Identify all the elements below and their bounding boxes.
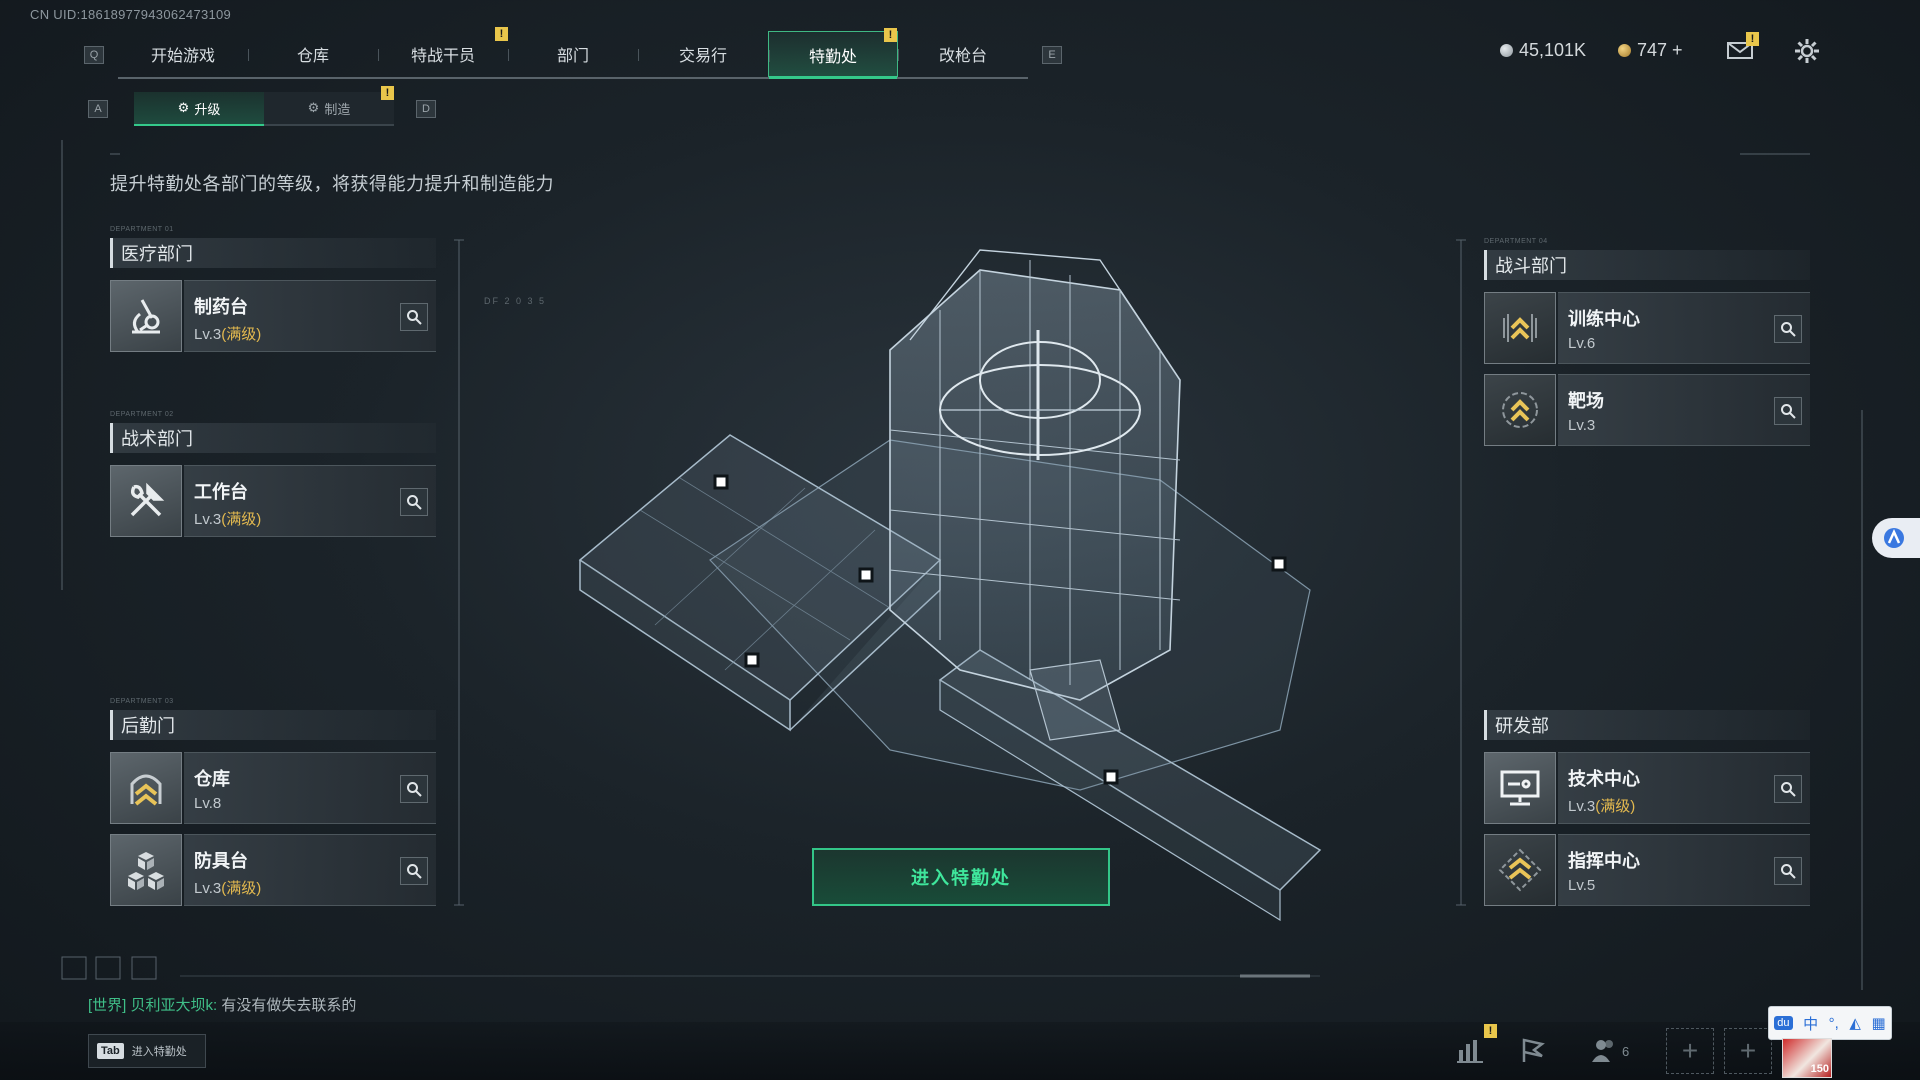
chat-channel: [世界] [88,997,127,1014]
dept-code-tactical: DEPARTMENT 02 [110,411,174,418]
max-level-tag: (满级) [221,880,262,897]
level-value: Lv.3 [194,511,222,528]
ime-assistant-icon[interactable]: ◭ [1849,1014,1861,1032]
flag-icon[interactable] [1518,1036,1550,1066]
facility-info: 训练中心 Lv.6 [1558,292,1810,364]
level-value: Lv.3 [194,326,222,343]
friends-icon [1592,1040,1613,1062]
chat-sender: 贝利亚大坝k: [130,997,218,1014]
level-value: Lv.3 [1568,798,1596,815]
dept-title-logistics: 后勤门 [110,710,436,740]
input-method-toolbar[interactable]: du 中 °, ◭ ▦ [1768,1006,1892,1040]
friends-button[interactable]: 6 [1590,1036,1640,1066]
dept-title-combat: 战斗部门 [1484,250,1810,280]
dept-title-tactical: 战术部门 [110,423,436,453]
party-slot-add-1[interactable]: + [1666,1028,1714,1074]
facility-card-armor-bench[interactable]: 防具台 Lv.3(满级) [110,834,436,906]
level-value: Lv.8 [194,795,222,812]
stats-alert-icon: ! [1484,1024,1497,1038]
enter-special-ops-button[interactable]: 进入特勤处 [812,848,1110,906]
world-chat-line[interactable]: [世界] 贝利亚大坝k: 有没有做失去联系的 [88,994,356,1015]
facility-card-workbench[interactable]: 工作台 Lv.3(满级) [110,465,436,537]
rank-chevron-icon [1484,834,1556,906]
tab-shortcut-button[interactable]: Tab 进入特勤处 [88,1034,206,1068]
facility-info: 指挥中心 Lv.5 [1558,834,1810,906]
assistant-bubble[interactable] [1872,518,1920,558]
ime-punctuation[interactable]: °, [1829,1015,1839,1032]
rank-chevron-icon [110,752,182,824]
search-icon[interactable] [1774,315,1802,343]
stats-chart-icon[interactable]: ! [1456,1024,1497,1066]
dept-code-logistics: DEPARTMENT 03 [110,698,174,705]
facility-card-shooting-range[interactable]: 靶场 Lv.3 [1484,374,1810,446]
microscope-icon [110,280,182,352]
max-level-tag: (满级) [221,326,262,343]
facility-info: 防具台 Lv.3(满级) [184,834,436,906]
dept-title-research: 研发部 [1484,710,1810,740]
facility-info: 制药台 Lv.3(满级) [184,280,436,352]
max-level-tag: (满级) [221,511,262,528]
rank-chevron-icon [1484,374,1556,446]
facility-info: 工作台 Lv.3(满级) [184,465,436,537]
dept-title-medical: 医疗部门 [110,238,436,268]
tab-shortcut-label: 进入特勤处 [131,1046,187,1058]
search-icon[interactable] [1774,775,1802,803]
ime-language[interactable]: 中 [1803,1013,1818,1034]
player-avatar[interactable]: 150 [1782,1038,1832,1078]
level-value: Lv.3 [194,880,222,897]
search-icon[interactable] [400,303,428,331]
friends-count: 6 [1622,1044,1630,1059]
search-icon[interactable] [1774,397,1802,425]
search-icon[interactable] [400,488,428,516]
ime-grid-icon[interactable]: ▦ [1872,1014,1886,1032]
max-level-tag: (满级) [1595,798,1636,815]
dept-code-combat: DEPARTMENT 04 [1484,238,1548,245]
search-icon[interactable] [400,775,428,803]
monitor-icon [1484,752,1556,824]
tools-icon [110,465,182,537]
facility-info: 靶场 Lv.3 [1558,374,1810,446]
base-wireframe-model[interactable] [560,230,1340,930]
search-icon[interactable] [1774,857,1802,885]
facility-card-training-center[interactable]: 训练中心 Lv.6 [1484,292,1810,364]
ime-logo-icon: du [1774,1016,1793,1030]
hud-readout: DF 2 0 3 5 [484,296,547,306]
party-slot-add-2[interactable]: + [1724,1028,1772,1074]
level-value: Lv.6 [1568,335,1596,352]
facility-info: 技术中心 Lv.3(满级) [1558,752,1810,824]
facility-card-command-center[interactable]: 指挥中心 Lv.5 [1484,834,1810,906]
cubes-icon [110,834,182,906]
facility-info: 仓库 Lv.8 [184,752,436,824]
facility-card-tech-center[interactable]: 技术中心 Lv.3(满级) [1484,752,1810,824]
rank-chevron-icon [1484,292,1556,364]
tab-key-cap: Tab [97,1043,124,1059]
facility-card-pharmacy[interactable]: 制药台 Lv.3(满级) [110,280,436,352]
facility-card-warehouse[interactable]: 仓库 Lv.8 [110,752,436,824]
level-value: Lv.5 [1568,877,1596,894]
level-value: Lv.3 [1568,417,1596,434]
chat-message: 有没有做失去联系的 [221,997,357,1014]
assistant-icon [1884,528,1904,548]
search-icon[interactable] [400,857,428,885]
dept-code-medical: DEPARTMENT 01 [110,226,174,233]
